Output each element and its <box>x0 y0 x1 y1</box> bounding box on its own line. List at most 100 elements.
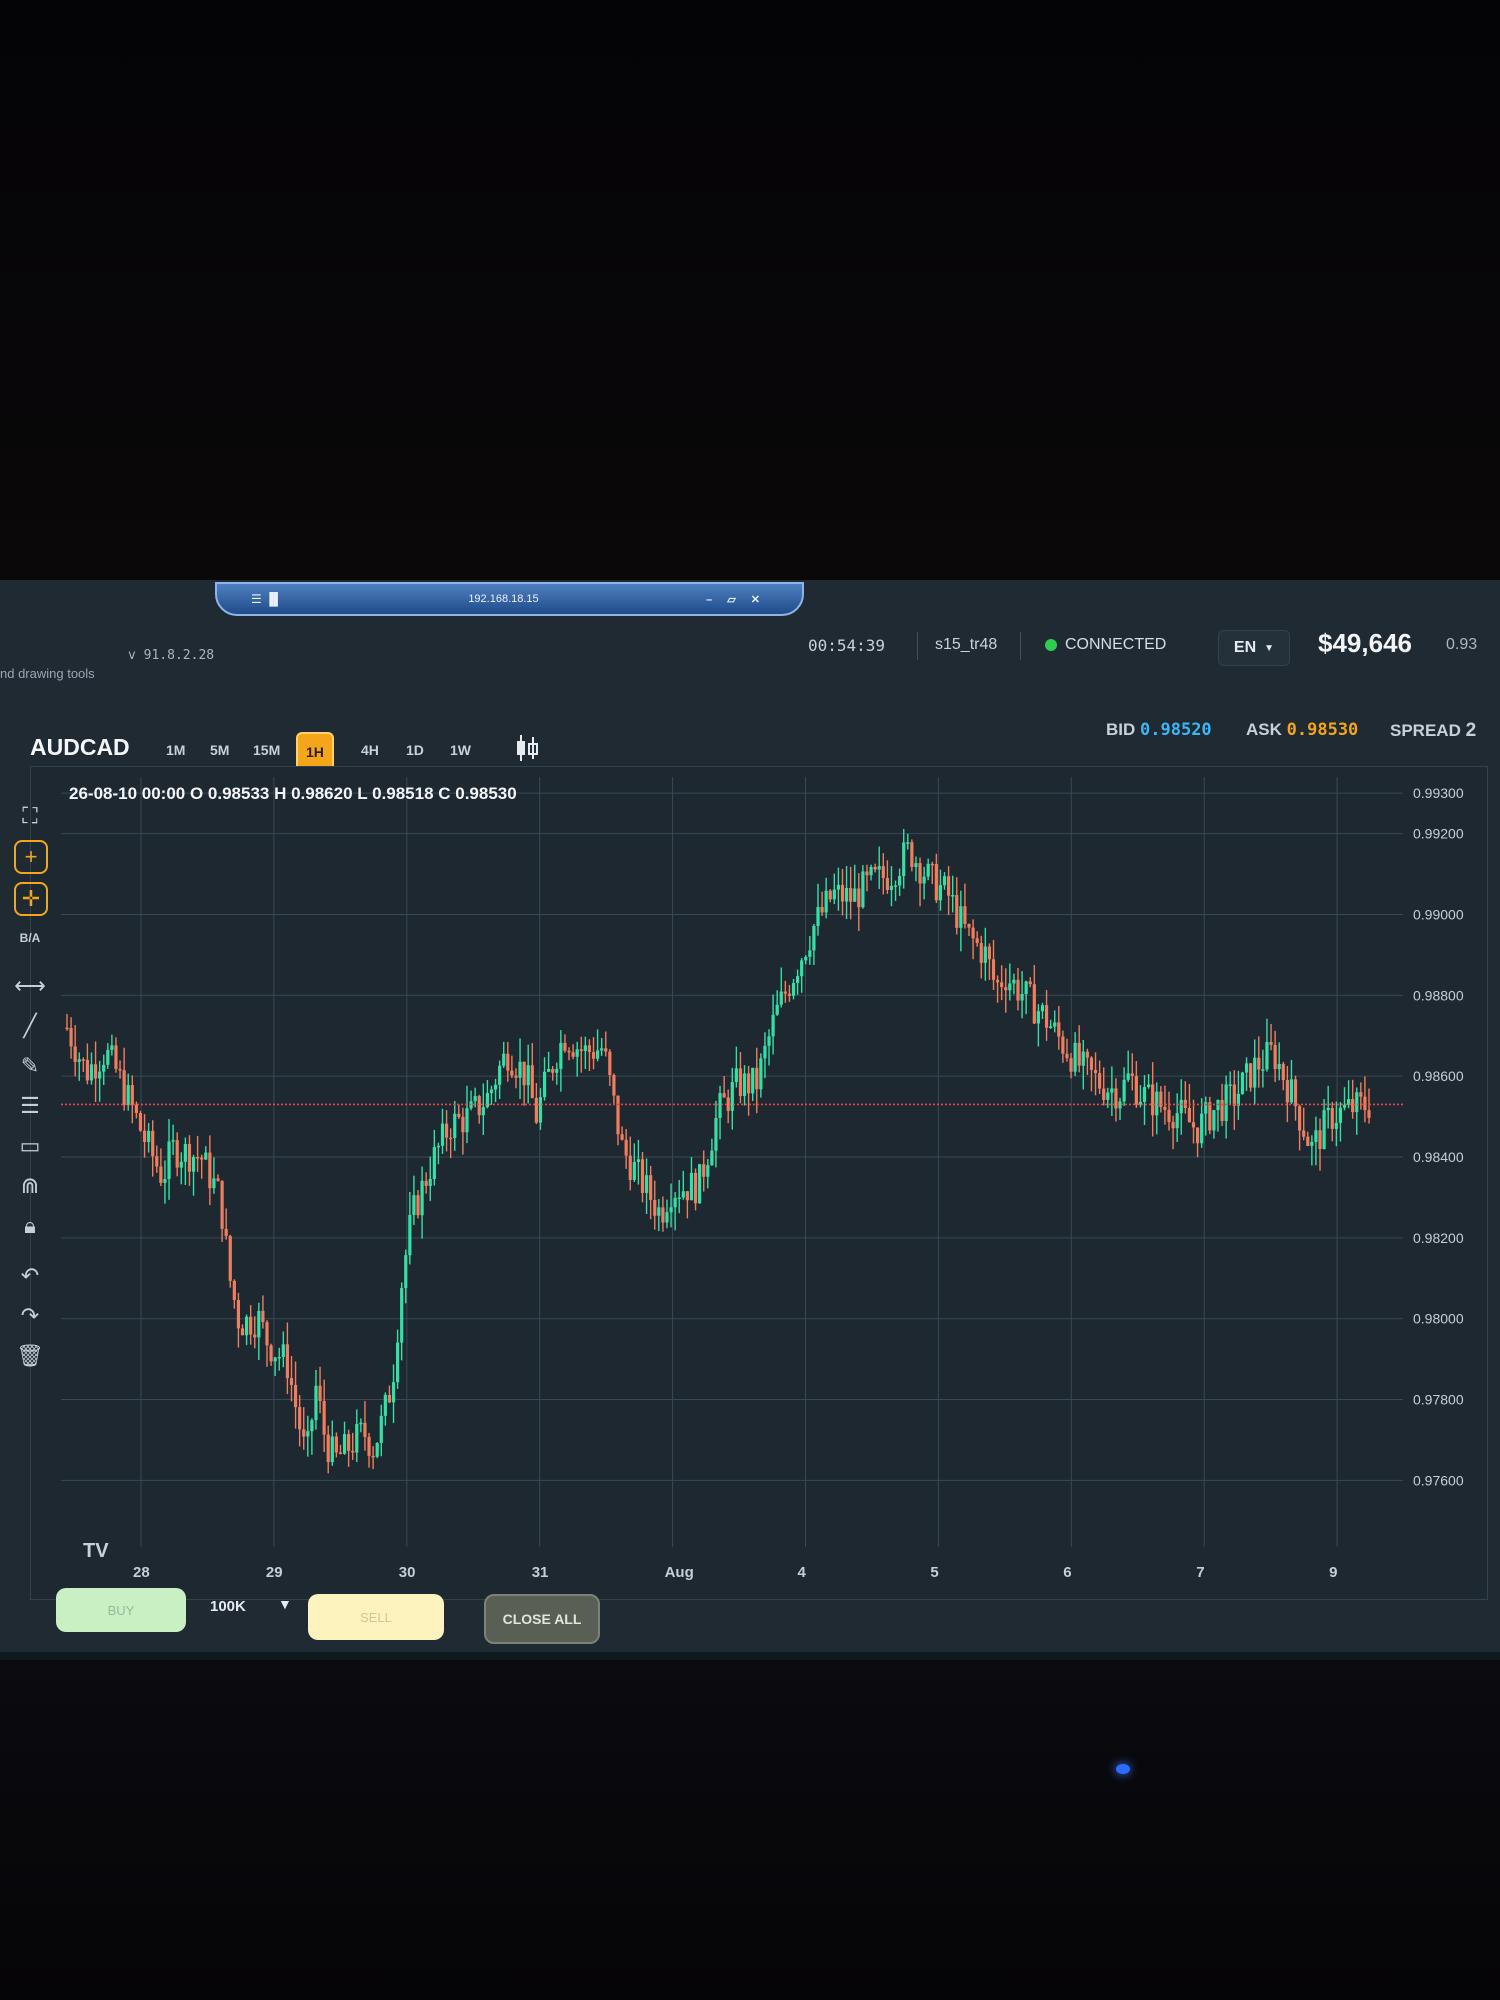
candle-body <box>514 1075 518 1078</box>
signal-icon: ☰ ▐▌ <box>251 592 283 606</box>
spread-quote: SPREAD 2 <box>1390 720 1476 742</box>
candle-body <box>636 1159 641 1162</box>
candle-body <box>849 887 853 902</box>
candle-body <box>273 1357 277 1362</box>
candle-body <box>318 1385 322 1402</box>
candle-body <box>783 991 787 994</box>
crosshair-icon[interactable]: + <box>14 840 48 874</box>
candle-body <box>759 1058 763 1090</box>
candle-body <box>261 1310 265 1323</box>
bid-ask-toggle[interactable]: B/A <box>14 922 46 954</box>
candle-body <box>322 1401 326 1435</box>
trash-icon[interactable]: 🗑︎ <box>14 1340 46 1372</box>
candle-body <box>220 1180 224 1229</box>
candle-body <box>583 1045 587 1052</box>
candle-body <box>604 1048 608 1052</box>
language-select[interactable]: EN ▼ <box>1218 630 1290 666</box>
candle-body <box>1269 1041 1273 1045</box>
candle-body <box>1326 1107 1330 1111</box>
y-tick-label: 0.98000 <box>1413 1311 1464 1327</box>
candle-body <box>1044 1005 1049 1028</box>
candle-body <box>457 1113 461 1117</box>
redo-icon[interactable]: ↷ <box>14 1300 46 1332</box>
candle-body <box>1016 979 1020 1001</box>
candle-body <box>498 1065 502 1085</box>
drawing-tools-label: nd drawing tools <box>0 666 95 681</box>
candle-body <box>1187 1107 1192 1123</box>
price-chart[interactable]: 0.99300 0.99200 0.99000 0.98800 0.98600 0.984… <box>30 766 1488 1600</box>
candle-body <box>473 1096 477 1102</box>
candle-body <box>1306 1136 1310 1146</box>
spread-label: SPREAD <box>1390 721 1461 740</box>
tf-15m[interactable]: 15M <box>245 732 288 768</box>
window-controls[interactable]: – ▱ ✕ <box>676 593 802 606</box>
candle-body <box>967 924 971 928</box>
candle-body <box>1265 1041 1269 1070</box>
candle-body <box>963 906 967 925</box>
candle-body <box>538 1097 543 1123</box>
ask-label: ASK <box>1246 720 1282 739</box>
candle-body <box>1249 1063 1253 1088</box>
lock-icon[interactable]: 🔒︎ <box>14 1210 46 1242</box>
close-all-button[interactable]: CLOSE ALL <box>484 1594 600 1644</box>
candle-body <box>902 842 906 877</box>
candle-body <box>1334 1122 1338 1129</box>
magnet-icon[interactable]: ⋒ <box>14 1170 46 1202</box>
candle-body <box>449 1137 453 1140</box>
candle-body <box>975 938 979 943</box>
candle-body <box>159 1166 163 1183</box>
y-tick-label: 0.99200 <box>1413 826 1464 842</box>
tf-5m[interactable]: 5M <box>202 732 237 768</box>
x-tick-label: Aug <box>665 1564 694 1581</box>
candle-body <box>314 1385 318 1421</box>
fib-lines-icon[interactable]: ☰ <box>14 1090 46 1122</box>
candle-body <box>342 1434 347 1454</box>
candle-body <box>824 890 828 913</box>
tf-1w[interactable]: 1W <box>442 732 479 768</box>
fullscreen-icon[interactable]: ⛶ <box>14 800 46 832</box>
candle-body <box>269 1345 273 1362</box>
ohlc-readout: 26-08-10 00:00 O 0.98533 H 0.98620 L 0.9… <box>69 784 517 803</box>
pencil-icon[interactable]: ✎ <box>14 1050 46 1082</box>
candle-body <box>306 1431 310 1437</box>
x-tick-label: 7 <box>1196 1564 1204 1581</box>
trend-line-icon[interactable]: ╱ <box>14 1010 46 1042</box>
candle-body <box>416 1195 420 1216</box>
tf-1m[interactable]: 1M <box>158 732 193 768</box>
candle-body <box>1200 1113 1204 1144</box>
x-tick-label: 4 <box>797 1564 806 1581</box>
move-icon[interactable]: ✛ <box>14 882 48 916</box>
candle-body <box>493 1084 498 1090</box>
candlestick-icon[interactable] <box>512 732 542 764</box>
candle-body <box>812 925 816 951</box>
candle-body <box>338 1452 343 1454</box>
candle-body <box>285 1344 290 1379</box>
candle-body <box>200 1157 204 1160</box>
tf-1d[interactable]: 1D <box>398 732 432 768</box>
candle-body <box>934 863 938 901</box>
candle-body <box>412 1195 416 1215</box>
candle-body <box>453 1113 457 1139</box>
candle-body <box>563 1042 567 1051</box>
candle-body <box>420 1180 424 1216</box>
sell-button[interactable]: SELL <box>308 1594 444 1640</box>
buy-button[interactable]: BUY <box>56 1588 186 1632</box>
remote-desktop-bar[interactable]: ☰ ▐▌ 192.168.18.15 – ▱ ✕ <box>215 582 804 616</box>
chart-canvas[interactable]: 0.99300 0.99200 0.99000 0.98800 0.98600 0.984… <box>31 767 1487 1599</box>
lot-size-select[interactable]: 100K <box>210 1598 246 1615</box>
candle-body <box>742 1073 747 1097</box>
candle-body <box>347 1434 351 1451</box>
candle-body <box>1355 1092 1359 1113</box>
rectangle-icon[interactable]: ▭ <box>14 1130 46 1162</box>
chevron-down-icon[interactable]: ▼ <box>278 1596 292 1612</box>
horizontal-line-icon[interactable]: ⟷ <box>14 970 46 1002</box>
candle-body <box>787 993 792 996</box>
undo-icon[interactable]: ↶ <box>14 1260 46 1292</box>
candle-body <box>628 1155 632 1180</box>
candle-body <box>693 1172 698 1204</box>
candle-body <box>653 1199 657 1216</box>
candle-body <box>183 1143 187 1162</box>
tf-4h[interactable]: 4H <box>353 732 387 768</box>
candle-body <box>302 1429 306 1437</box>
symbol-name[interactable]: AUDCAD <box>30 734 130 761</box>
